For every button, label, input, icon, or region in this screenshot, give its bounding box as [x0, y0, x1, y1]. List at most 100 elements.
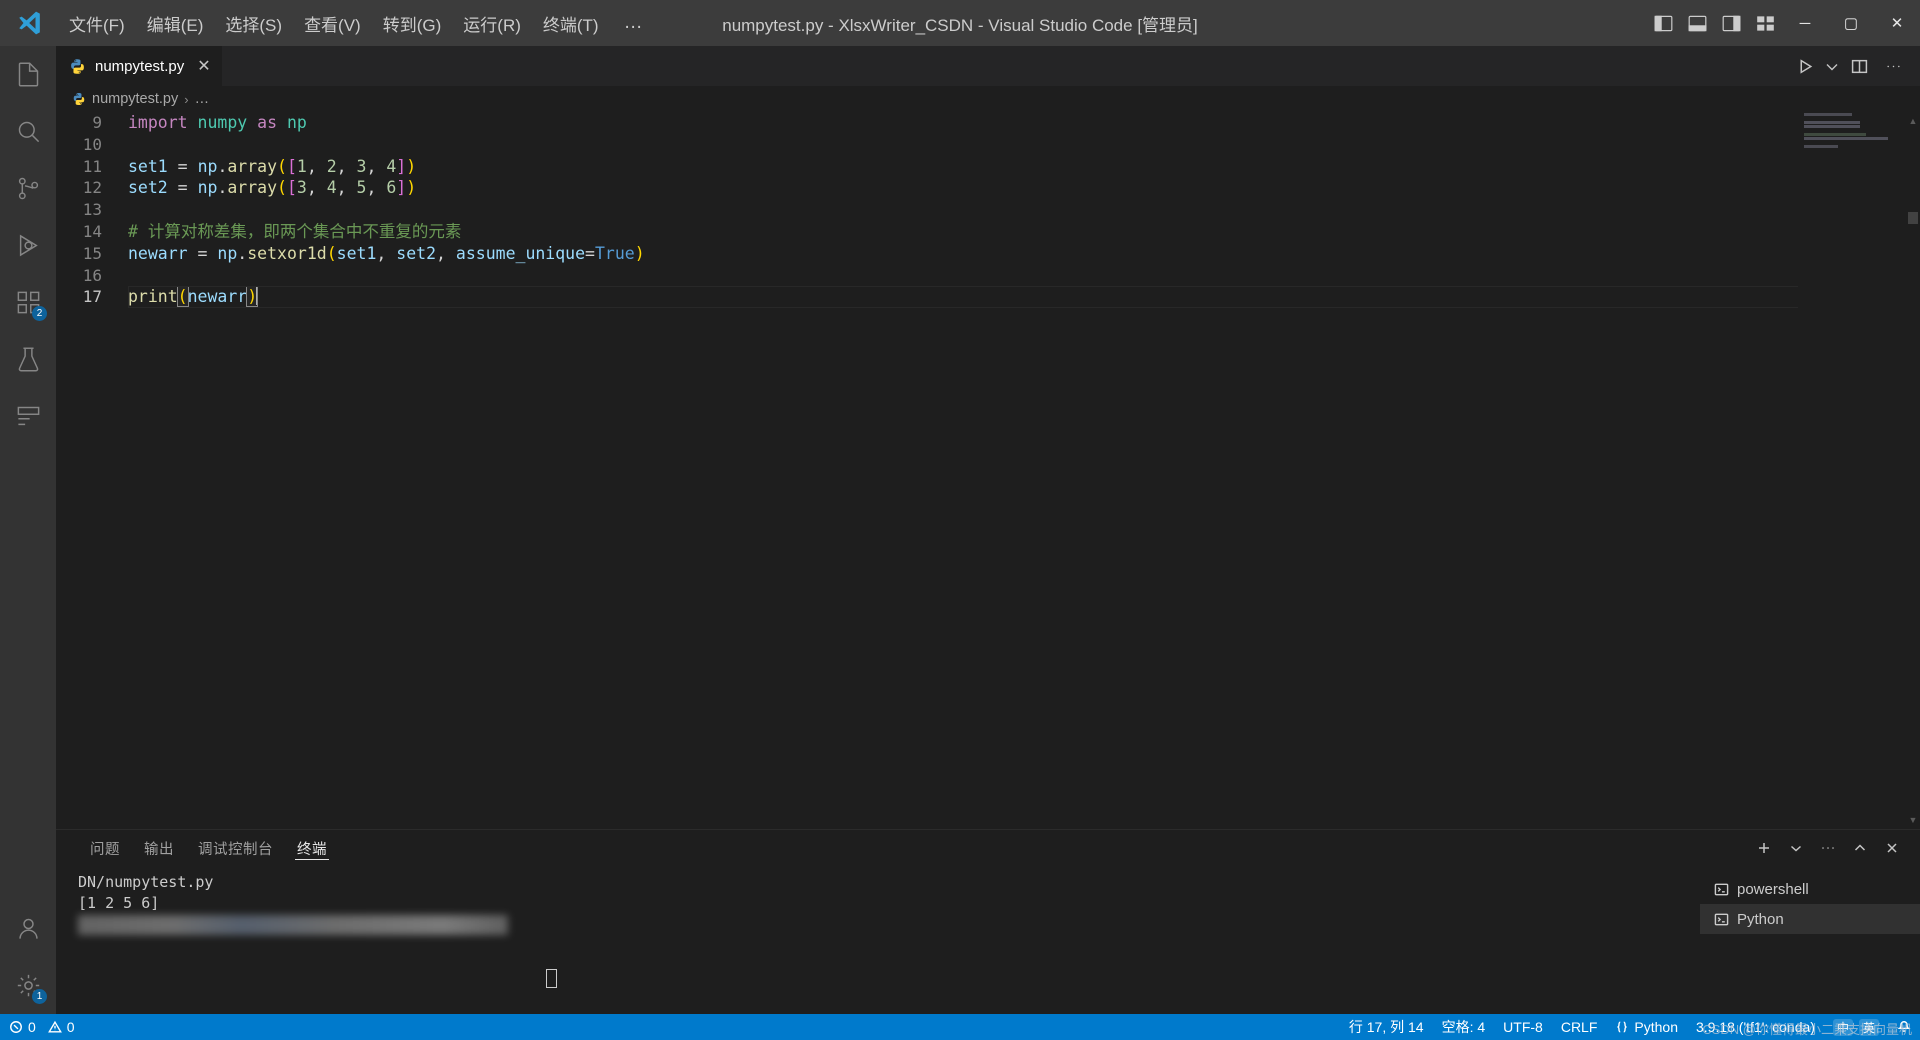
sidebar-item-extensions[interactable]: 2: [0, 274, 56, 331]
terminal-output[interactable]: DN/numpytest.py [1 2 5 6]: [56, 866, 1700, 1014]
code-line[interactable]: 12 set2 = np.array([3, 4, 5, 6]): [56, 177, 1920, 199]
code-line[interactable]: 14 # 计算对称差集，即两个集合中不重复的元素: [56, 221, 1920, 243]
editor-tab-numpytest[interactable]: numpytest.py ✕: [56, 46, 222, 86]
code-line[interactable]: 10: [56, 134, 1920, 156]
panel-tab-terminal[interactable]: 终端: [285, 830, 339, 866]
terminal-list-item-powershell[interactable]: powershell: [1700, 874, 1920, 904]
customize-layout-icon[interactable]: [1748, 0, 1782, 46]
close-panel-icon[interactable]: [1878, 834, 1906, 862]
new-terminal-icon[interactable]: [1750, 834, 1778, 862]
scroll-up-icon[interactable]: ▲: [1908, 116, 1918, 126]
run-icon[interactable]: [1790, 51, 1820, 81]
code-token: set2: [128, 178, 168, 198]
close-icon[interactable]: ✕: [197, 58, 210, 75]
sidebar-item-accounts[interactable]: [0, 900, 56, 957]
code-token: np: [197, 178, 218, 198]
panel-tab-output[interactable]: 输出: [132, 830, 186, 866]
code-token: ,: [306, 178, 327, 198]
scrollbar-thumb[interactable]: [1908, 212, 1918, 224]
sidebar-item-settings[interactable]: 1: [0, 957, 56, 1014]
sidebar-item-run-debug[interactable]: [0, 217, 56, 274]
menu-item-1[interactable]: 编辑(E): [136, 0, 215, 46]
code-line[interactable]: 15 newarr = np.setxor1d(set1, set2, assum…: [56, 243, 1920, 265]
status-python-version[interactable]: 3.9.18 ('tf1': conda): [1687, 1014, 1824, 1040]
menu-overflow-button[interactable]: …: [610, 0, 659, 46]
code-token: (: [277, 156, 287, 176]
code-token: ,: [376, 243, 397, 263]
code-token: assume_unique: [455, 243, 586, 263]
code-token: array: [227, 178, 278, 198]
python-file-icon: [72, 92, 86, 106]
sidebar-item-explorer[interactable]: [0, 46, 56, 103]
error-count: 0: [28, 1019, 36, 1035]
panel-right-icon[interactable]: [1714, 0, 1748, 46]
menu-item-2[interactable]: 选择(S): [214, 0, 293, 46]
more-panel-actions-icon[interactable]: [1814, 834, 1842, 862]
menu-item-5[interactable]: 运行(R): [452, 0, 532, 46]
code-token: =: [187, 243, 218, 263]
breadcrumb-overflow[interactable]: …: [195, 91, 210, 107]
line-number: 9: [92, 113, 102, 132]
sidebar-item-source-control[interactable]: [0, 160, 56, 217]
breadcrumb-separator: ›: [184, 91, 189, 107]
panel-left-icon[interactable]: [1646, 0, 1680, 46]
chevron-down-icon[interactable]: [1824, 51, 1840, 81]
terminal-list-label: Python: [1737, 910, 1784, 928]
code-token: set2: [396, 243, 437, 263]
code-line[interactable]: 16: [56, 265, 1920, 287]
code-token: ): [634, 243, 645, 263]
terminal-list-item-python[interactable]: Python: [1700, 904, 1920, 934]
code-token: np: [217, 243, 238, 263]
sidebar-item-remote-explorer[interactable]: [0, 388, 56, 445]
chevron-down-icon[interactable]: [1782, 834, 1810, 862]
ime-indicator[interactable]: 中 英: [1824, 1014, 1888, 1040]
menu-item-6[interactable]: 终端(T): [532, 0, 610, 46]
code-token: numpy: [197, 113, 248, 132]
code-editor[interactable]: 9 import numpy as np 10 11 set1 = np.array([…: [56, 112, 1920, 829]
split-editor-icon[interactable]: [1844, 51, 1874, 81]
minimize-button[interactable]: ─: [1782, 0, 1828, 46]
breadcrumb-file[interactable]: numpytest.py: [92, 91, 178, 107]
code-line[interactable]: 11 set1 = np.array([1, 2, 3, 4]): [56, 156, 1920, 178]
panel-tab-problems[interactable]: 问题: [78, 830, 132, 866]
menu-item-4[interactable]: 转到(G): [372, 0, 453, 46]
code-line[interactable]: 9 import numpy as np: [56, 112, 1920, 134]
title-bar: 文件(F) 编辑(E) 选择(S) 查看(V) 转到(G) 运行(R) 终端(T) … nu…: [0, 0, 1920, 46]
maximize-button[interactable]: ▢: [1828, 0, 1874, 46]
status-eol[interactable]: CRLF: [1552, 1014, 1607, 1040]
breadcrumb[interactable]: numpytest.py › …: [56, 86, 1920, 112]
terminal-line: [1 2 5 6]: [78, 894, 160, 912]
error-icon: [10, 1021, 22, 1033]
line-number: 11: [82, 156, 102, 176]
code-token: ,: [306, 156, 327, 176]
code-token: import: [128, 113, 188, 132]
close-button[interactable]: ✕: [1874, 0, 1920, 46]
code-lines[interactable]: 9 import numpy as np 10 11 set1 = np.array([…: [56, 112, 1920, 829]
code-token: np: [286, 113, 307, 132]
status-language-mode[interactable]: Python: [1606, 1014, 1687, 1040]
more-actions-icon[interactable]: [1878, 51, 1908, 81]
editor-scrollbar[interactable]: ▲ ▼: [1906, 112, 1920, 829]
editor-tab-label: numpytest.py: [95, 58, 185, 75]
status-indentation[interactable]: 空格: 4: [1433, 1014, 1495, 1040]
status-encoding[interactable]: UTF-8: [1494, 1014, 1552, 1040]
menu-bar[interactable]: 文件(F) 编辑(E) 选择(S) 查看(V) 转到(G) 运行(R) 终端(T): [58, 0, 610, 46]
panel-tab-bar: 问题 输出 调试控制台 终端: [56, 830, 1920, 866]
status-problems[interactable]: 0 0: [0, 1014, 84, 1040]
scroll-down-icon[interactable]: ▼: [1908, 815, 1918, 825]
warning-count: 0: [66, 1019, 75, 1035]
code-line[interactable]: 13: [56, 199, 1920, 221]
panel-bottom-icon[interactable]: [1680, 0, 1714, 46]
code-line[interactable]: 17 print(newarr): [56, 286, 1920, 308]
sidebar-item-search[interactable]: [0, 103, 56, 160]
status-bell[interactable]: [1888, 1014, 1920, 1040]
sidebar-item-testing[interactable]: [0, 331, 56, 388]
panel-tab-debug-console[interactable]: 调试控制台: [186, 830, 285, 866]
status-cursor-position[interactable]: 行 17, 列 14: [1340, 1014, 1433, 1040]
settings-badge: 1: [32, 989, 47, 1004]
menu-item-0[interactable]: 文件(F): [58, 0, 136, 46]
maximize-panel-icon[interactable]: [1846, 834, 1874, 862]
menu-item-3[interactable]: 查看(V): [293, 0, 372, 46]
vscode-window: 文件(F) 编辑(E) 选择(S) 查看(V) 转到(G) 运行(R) 终端(T) … nu…: [0, 0, 1920, 1040]
bell-icon: [1897, 1021, 1911, 1032]
